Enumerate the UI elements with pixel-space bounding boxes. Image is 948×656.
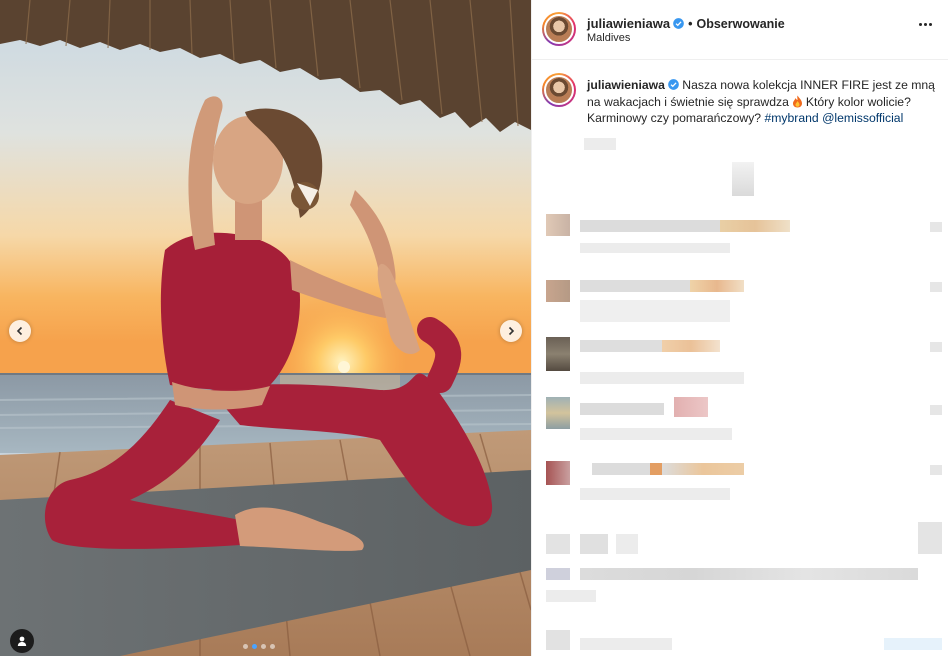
comment-text [580,403,664,415]
separator: • [688,17,693,31]
more-options-icon [919,22,922,26]
post-location[interactable]: Maldives [587,32,630,44]
more-options-button[interactable] [919,18,937,30]
yoga-sunset-photo [0,0,531,656]
comment-like-icon[interactable] [930,465,942,475]
comment-like-icon[interactable] [930,342,942,352]
comment-like-icon[interactable] [930,222,942,232]
comment-meta [580,300,730,322]
comment-like-icon[interactable] [884,638,942,650]
more-options-icon [929,22,932,26]
comment-meta [580,428,732,440]
comment-avatar [546,534,570,554]
carousel-indicator [243,644,275,649]
following-button[interactable]: Obserwowanie [696,17,784,31]
comment-text [674,397,708,417]
comment-text [580,638,672,650]
chevron-right-icon [508,326,515,336]
comment-like-icon[interactable] [918,522,942,554]
comment-avatar [546,630,570,650]
comment-avatar [546,280,570,302]
comment-text [580,340,662,352]
author-username[interactable]: juliawieniawa [587,16,670,31]
comment-text [592,463,650,475]
comment-text [616,534,638,554]
mention-link[interactable]: @lemissofficial [822,111,903,125]
header-title-row: juliawieniawa • Obserwowanie [587,16,785,31]
comment-text [580,280,690,292]
post-side-panel: juliawieniawa • Obserwowanie Maldives juli… [531,0,948,656]
comment-like-icon[interactable] [930,282,942,292]
avatar-image [544,75,574,105]
tagged-users-button[interactable] [10,629,34,653]
carousel-prev-button[interactable] [9,320,31,342]
comment-text [580,568,918,580]
comment-like-icon[interactable] [930,405,942,415]
caption-avatar[interactable] [542,73,576,107]
comment-timestamp [584,138,616,150]
verified-badge-icon [668,79,679,90]
comment-text [650,463,662,475]
chevron-left-icon [16,326,23,336]
user-tag-icon [17,636,27,646]
fire-emoji-icon [792,95,802,107]
carousel-dot [270,644,275,649]
hashtag-link[interactable]: #mybrand [764,111,818,125]
verified-badge-icon [673,18,684,29]
carousel-dot-active [252,644,257,649]
caption-username[interactable]: juliawieniawa [587,78,665,92]
post-photo [0,0,531,656]
comment-avatar [546,397,570,429]
comment-text [580,534,608,554]
comment-text [720,220,790,232]
comment-text [662,463,744,475]
comment-meta [546,590,596,602]
comment-text [580,220,720,232]
author-avatar[interactable] [542,12,576,46]
more-options-icon [924,22,927,26]
comment-meta [580,488,730,500]
comment-meta [580,243,730,253]
comment-avatar [546,214,570,236]
carousel-dot [243,644,248,649]
carousel-dot [261,644,266,649]
comment-avatar [546,568,570,580]
caption-text: juliawieniawa Nasza nowa kolekcja INNER … [587,77,939,127]
comment-avatar [546,337,570,371]
carousel-next-button[interactable] [500,320,522,342]
avatar-image [544,14,574,44]
comment-meta [580,372,744,384]
comment-avatar [546,461,570,485]
comment-text [662,340,720,352]
post-header: juliawieniawa • Obserwowanie Maldives [532,0,948,60]
comment-text [690,280,744,292]
comments-loader [732,162,754,196]
